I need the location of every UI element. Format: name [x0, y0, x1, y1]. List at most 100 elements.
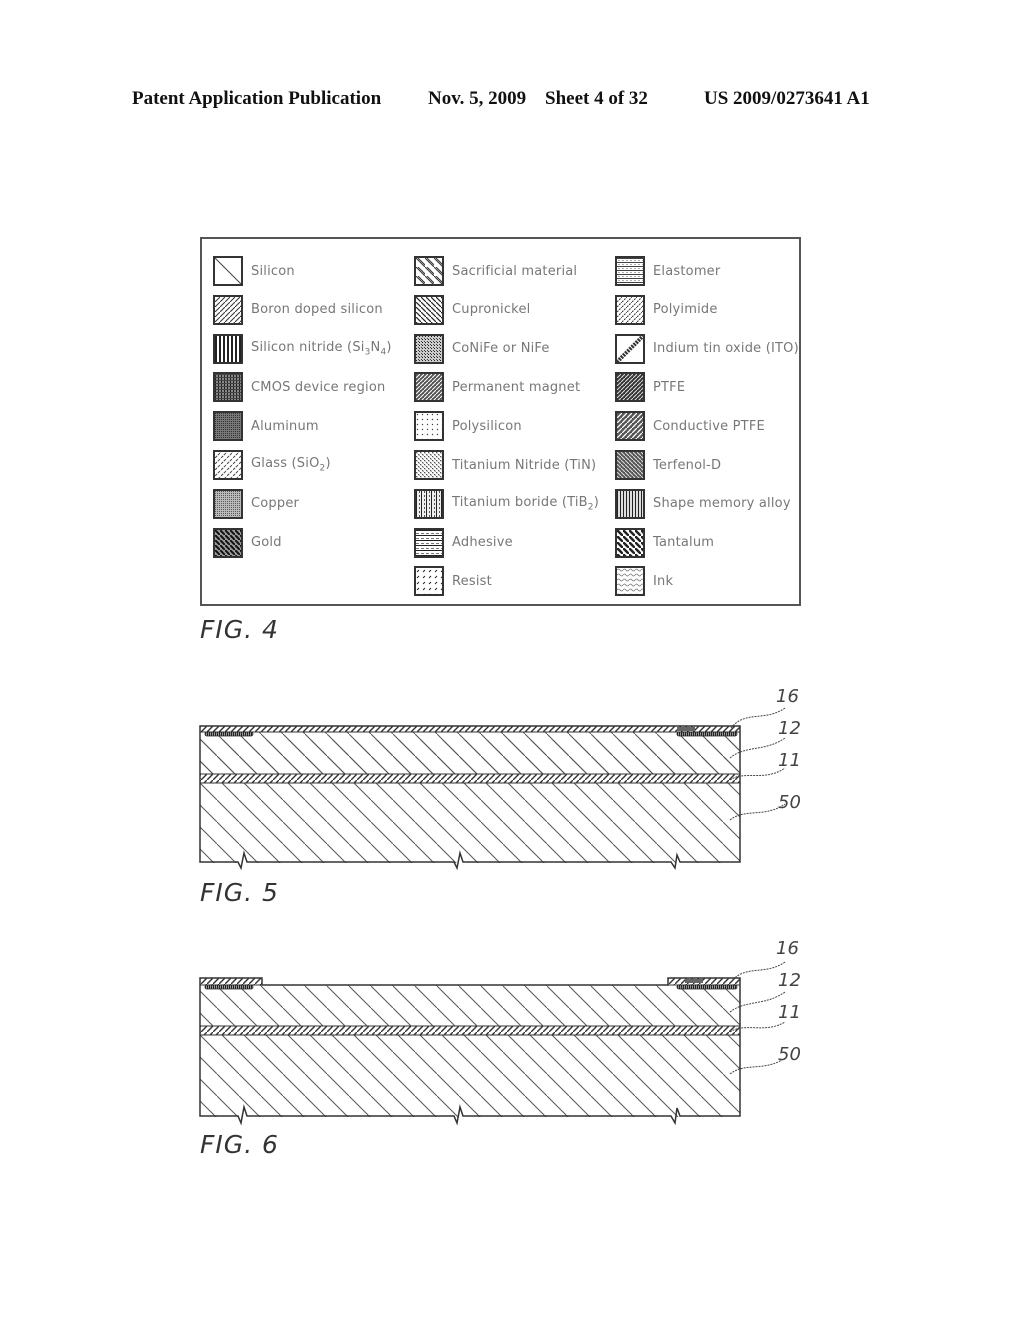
legend-label: Silicon: [251, 263, 295, 279]
terfenol-pattern-swatch: [615, 450, 645, 480]
legend-label: Silicon nitride (Si3N4): [251, 339, 392, 358]
fig6-top-layer-16-right: [667, 977, 741, 986]
legend-label: Terfenol-D: [653, 457, 722, 473]
fig5-ref-12: 12: [778, 718, 801, 739]
legend-item-silicon: Silicon: [213, 255, 295, 287]
legend-item-terfenol-d: Terfenol-D: [615, 449, 721, 481]
aluminum-pattern-swatch: [213, 411, 243, 442]
tantalum-pattern-swatch: [615, 527, 645, 558]
legend-item-copper: Copper: [213, 488, 299, 520]
legend-item-resist: Resist: [414, 565, 492, 597]
legend-label: Shape memory alloy: [653, 496, 791, 512]
ptfe-pattern-swatch: [615, 372, 645, 403]
fig6-boron-layer-11: [199, 1025, 741, 1036]
legend-label: Sacrificial material: [452, 263, 578, 279]
glass-pattern-swatch: [213, 450, 243, 480]
page-header: Patent Application Publication Nov. 5, 2…: [0, 88, 1024, 118]
legend-label: Conductive PTFE: [653, 418, 765, 434]
legend-label: CoNiFe or NiFe: [452, 341, 550, 357]
tin-pattern-swatch: [414, 450, 444, 480]
legend-item-sacrificial-material: Sacrificial material: [414, 255, 577, 287]
legend-item-shape-memory-alloy: Shape memory alloy: [615, 488, 791, 520]
legend-item-tantalum: Tantalum: [615, 527, 714, 559]
legend-label: Resist: [452, 573, 492, 589]
legend-label: Indium tin oxide (ITO): [653, 341, 799, 357]
legend-item-adhesive: Adhesive: [414, 527, 513, 559]
fig6-ref-12: 12: [778, 970, 801, 991]
legend-item-polyimide: Polyimide: [615, 294, 718, 326]
tib-pattern-swatch: [414, 488, 444, 519]
legend-label: Tantalum: [653, 535, 715, 551]
fig6-ref-50: 50: [778, 1044, 801, 1065]
fig6-substrate-layer-50: [200, 1035, 740, 1117]
publication-date: Nov. 5, 2009: [428, 88, 527, 109]
legend-label: Copper: [251, 496, 300, 512]
legend-label: Ink: [653, 573, 674, 589]
sacrificial-pattern-swatch: [414, 256, 444, 286]
fig6-caption: FIG. 6: [200, 1130, 279, 1159]
legend-item-ink: Ink: [615, 565, 673, 597]
conife-pattern-swatch: [414, 333, 444, 364]
polysilicon-pattern-swatch: [414, 411, 444, 442]
legend-label: Aluminum: [251, 418, 319, 434]
fig5-top-layer-16: [199, 725, 741, 733]
legend-label: Gold: [251, 535, 282, 551]
legend-label: Polysilicon: [452, 418, 522, 434]
fig5-wafer-top: [200, 730, 740, 775]
resist-pattern-swatch: [414, 566, 444, 597]
fig5-cmos-right: [676, 731, 738, 737]
legend-label: PTFE: [653, 379, 686, 395]
fig5-ref-16: 16: [776, 686, 799, 707]
fig6-wafer-top: [200, 985, 740, 1027]
fig6-ref-16: 16: [776, 938, 799, 959]
fig6-cmos-right: [676, 984, 738, 990]
legend-item-indium-tin-oxide-ito: Indium tin oxide (ITO): [615, 333, 799, 365]
cmos-pattern-swatch: [213, 372, 243, 403]
legend-label: CMOS device region: [251, 379, 386, 395]
legend-item-conife-or-nife: CoNiFe or NiFe: [414, 333, 550, 365]
fig6-cmos-left: [204, 984, 254, 990]
cptfe-pattern-swatch: [615, 411, 645, 442]
publication-title: Patent Application Publication: [132, 88, 382, 109]
fig5-ref-11: 11: [778, 750, 801, 771]
ito-pattern-swatch: [615, 333, 645, 364]
adhesive-pattern-swatch: [414, 527, 444, 558]
cupronickel-pattern-swatch: [414, 294, 444, 325]
fig6-aluminum-pad: [685, 979, 703, 983]
legend-item-titanium-nitride-tin: Titanium Nitride (TiN): [414, 449, 596, 481]
gold-pattern-swatch: [213, 527, 243, 558]
legend-item-conductive-ptfe: Conductive PTFE: [615, 410, 765, 442]
fig5-caption: FIG. 5: [200, 878, 279, 907]
ink-pattern-swatch: [615, 566, 645, 597]
elastomer-pattern-swatch: [615, 256, 645, 286]
fig5-cross-section: [199, 707, 786, 870]
legend-item-cmos-device-region: CMOS device region: [213, 371, 385, 403]
legend-item-titanium-boride-tib2: Titanium boride (TiB2): [414, 488, 599, 520]
legend-label: Glass (SiO2): [251, 456, 331, 474]
legend-item-polysilicon: Polysilicon: [414, 410, 522, 442]
legend-label: Cupronickel: [452, 302, 531, 318]
legend-item-permanent-magnet: Permanent magnet: [414, 371, 580, 403]
fig6-cross-section: [199, 961, 786, 1126]
fig5-leader-16: [730, 707, 786, 729]
fig6-top-layer-16-left: [199, 977, 263, 986]
sma-pattern-swatch: [615, 488, 645, 519]
polyimide-pattern-swatch: [615, 294, 645, 325]
fig5-boron-layer-11: [199, 773, 741, 784]
fig5-cmos-left: [204, 731, 254, 737]
magnet-pattern-swatch: [414, 372, 444, 403]
legend-item-glass-sio2: Glass (SiO2): [213, 449, 331, 481]
copper-pattern-swatch: [213, 488, 243, 519]
fig5-ref-50: 50: [778, 792, 801, 813]
legend-item-elastomer: Elastomer: [615, 255, 720, 287]
silicon-pattern-swatch: [213, 256, 243, 286]
legend-label: Adhesive: [452, 535, 513, 551]
legend-label: Elastomer: [653, 263, 721, 279]
legend-item-boron-doped-silicon: Boron doped silicon: [213, 294, 383, 326]
fig4-caption: FIG. 4: [200, 615, 279, 644]
patent-number: US 2009/0273641 A1: [704, 88, 870, 109]
sheet-number: Sheet 4 of 32: [545, 88, 648, 109]
fig5-aluminum-pad: [677, 727, 695, 731]
legend-item-silicon-nitride-si3n4: Silicon nitride (Si3N4): [213, 333, 392, 365]
boron-pattern-swatch: [213, 294, 243, 325]
